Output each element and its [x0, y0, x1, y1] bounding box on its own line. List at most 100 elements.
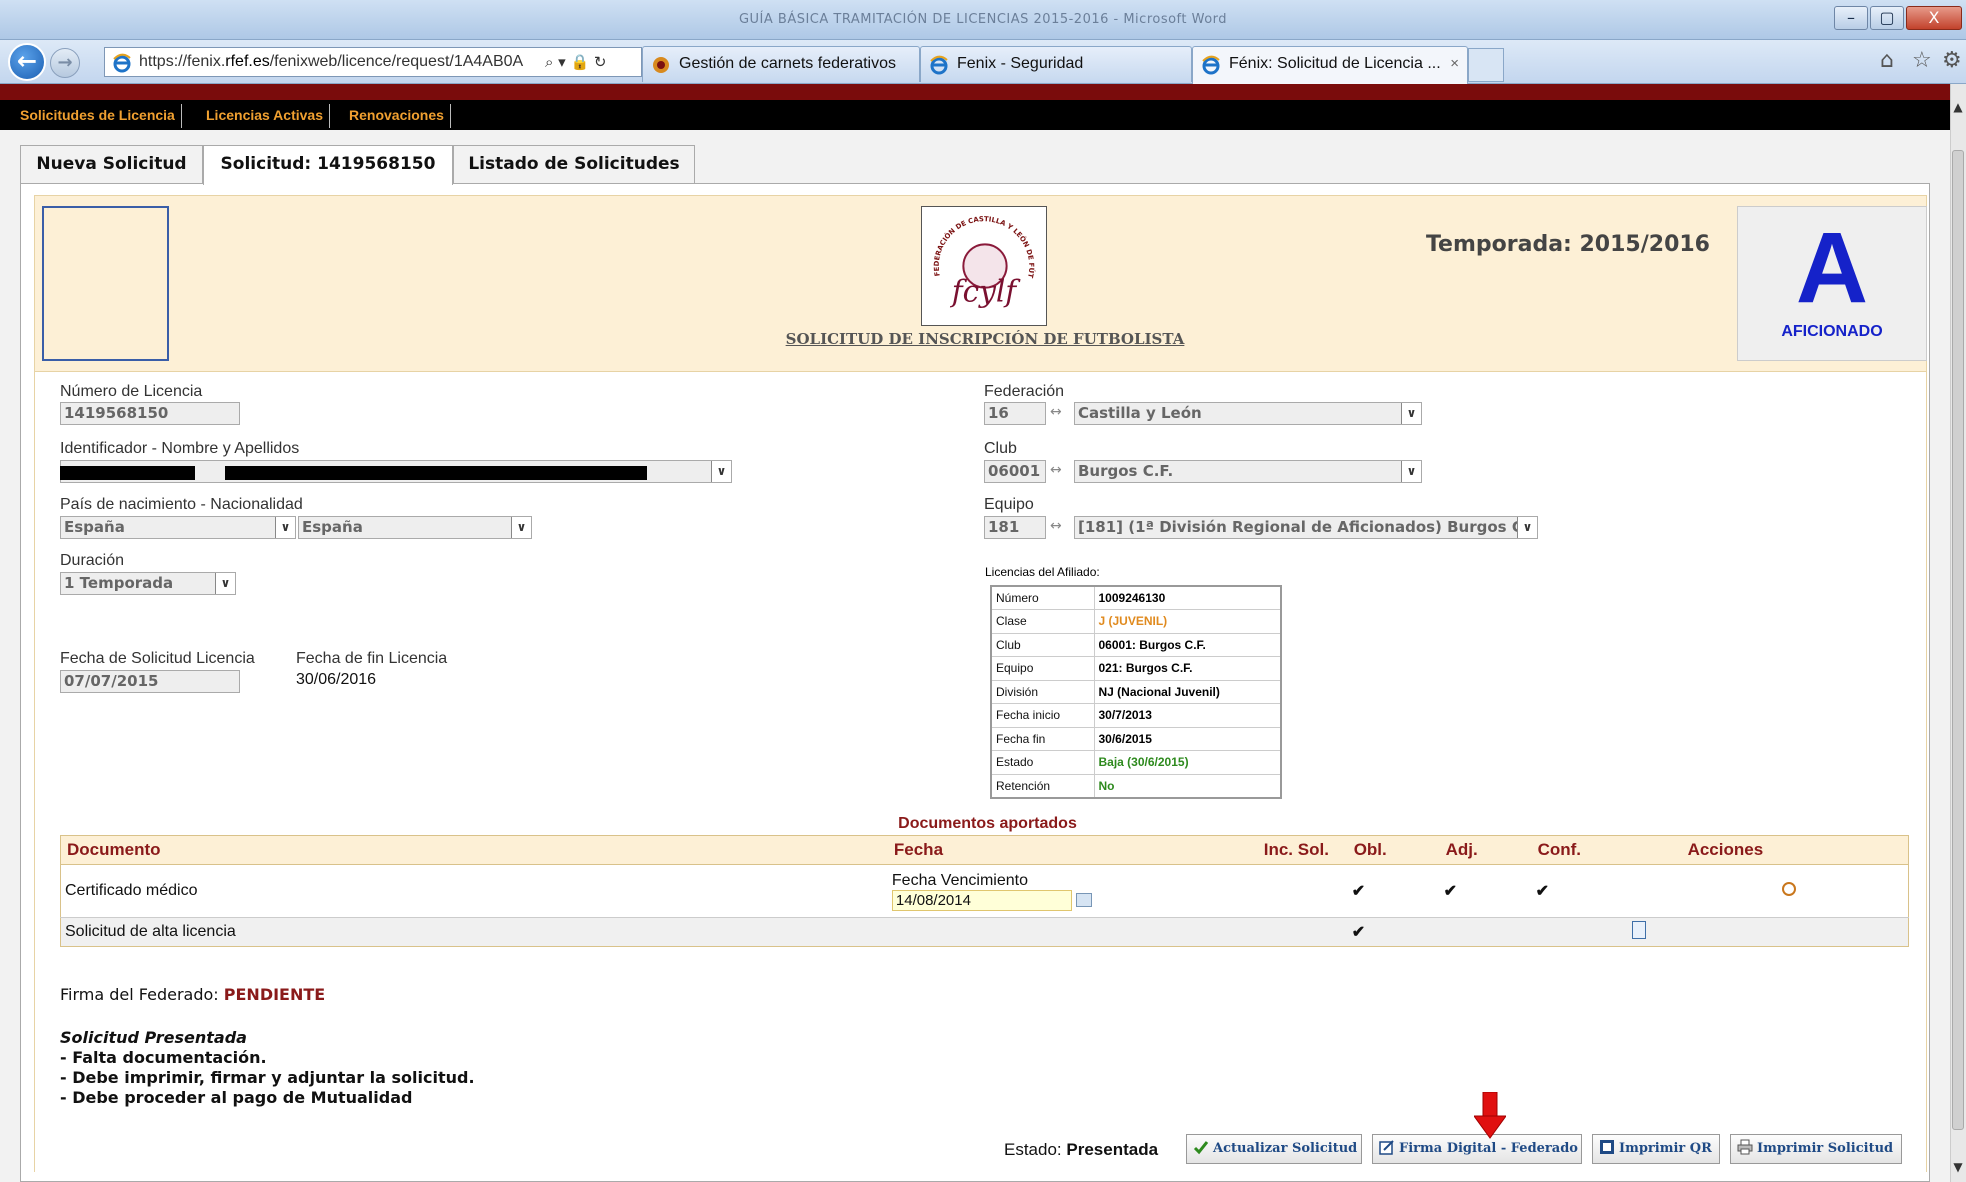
favorites-icon[interactable]: ☆ [1912, 48, 1932, 73]
menu-solicitudes[interactable]: Solicitudes de Licencia [14, 104, 182, 128]
team-code-field[interactable]: 181 [984, 516, 1046, 539]
document-date-cell: Fecha Vencimiento 14/08/2014 [887, 864, 1258, 918]
column-header: Inc. Sol. [1257, 835, 1348, 865]
federation-select[interactable]: Castilla y León ∨ [1074, 402, 1422, 425]
browser-tab-carnets[interactable]: Gestión de carnets federativos [642, 46, 920, 82]
licence-field-value: J (JUVENIL) [1093, 609, 1282, 634]
chevron-down-icon[interactable]: ∨ [215, 573, 235, 594]
chevron-down-icon[interactable]: ∨ [711, 461, 731, 482]
home-icon[interactable]: ⌂ [1880, 48, 1894, 73]
qr-icon [1600, 1140, 1614, 1154]
club-select[interactable]: Burgos C.F. ∨ [1074, 460, 1422, 483]
licence-row: Equipo 021: Burgos C.F. [990, 656, 1282, 681]
print-request-button[interactable]: Imprimir Solicitud [1730, 1134, 1902, 1164]
document-icon[interactable] [1631, 920, 1646, 939]
tab-listado-solicitudes[interactable]: Listado de Solicitudes [453, 145, 695, 183]
address-prefix: https://fenix. [139, 53, 226, 70]
expiry-date-label: Fecha Vencimiento [891, 871, 1028, 889]
licence-field-name: Club [990, 632, 1095, 657]
federation-code-field[interactable]: 16 [984, 402, 1046, 425]
minimize-button[interactable]: – [1834, 6, 1868, 30]
tab-solicitud-actual[interactable]: Solicitud: 1419568150 [203, 145, 453, 185]
site-banner [0, 84, 1950, 100]
status-value: Presentada [1066, 1140, 1159, 1159]
signature-value: PENDIENTE [223, 985, 326, 1004]
photo-placeholder[interactable] [42, 206, 169, 361]
document-date-cell [887, 917, 1258, 947]
column-header: Acciones [1681, 835, 1909, 865]
button-label: Imprimir Solicitud [1757, 1141, 1894, 1156]
scroll-down-icon[interactable]: ▼ [1950, 1160, 1966, 1176]
note-line: - Debe imprimir, firmar y adjuntar la so… [60, 1068, 475, 1087]
nationality-select[interactable]: España ∨ [298, 516, 532, 539]
maximize-button[interactable]: ▢ [1870, 6, 1904, 30]
close-tab-icon[interactable]: × [1450, 47, 1459, 81]
column-header: Documento [60, 835, 888, 865]
note-line: - Debe proceder al pago de Mutualidad [60, 1088, 413, 1107]
browser-tab-solicitud[interactable]: Fénix: Solicitud de Licencia ... × [1192, 46, 1468, 84]
country-label: País de nacimiento - Nacionalidad [60, 496, 303, 513]
season-label: Temporada: 2015/2016 [1425, 232, 1710, 257]
birth-country-value: España [64, 518, 125, 536]
category-letter: A [1795, 212, 1869, 324]
forward-button[interactable]: → [50, 48, 80, 78]
federation-logo: FEDERACIÓN DE CASTILLA Y LEÓN DE FÚTBOL … [919, 201, 1047, 326]
back-button[interactable]: ← [8, 43, 46, 81]
address-domain: rfef.es [225, 53, 270, 70]
chevron-down-icon[interactable]: ∨ [275, 517, 295, 538]
chevron-down-icon[interactable]: ∨ [1401, 403, 1421, 424]
licence-row: Fecha inicio 30/7/2013 [990, 703, 1282, 728]
form-title: SOLICITUD DE INSCRIPCIÓN DE FUTBOLISTA [785, 330, 1185, 348]
status-label: Estado: [1004, 1140, 1067, 1159]
tab-label: Fenix - Seguridad [957, 55, 1084, 72]
scroll-up-icon[interactable]: ▲ [1950, 100, 1966, 116]
calendar-icon[interactable] [1075, 893, 1092, 908]
tab-nueva-solicitud[interactable]: Nueva Solicitud [20, 145, 203, 183]
chevron-down-icon[interactable]: ∨ [1401, 461, 1421, 482]
print-qr-button[interactable]: Imprimir QR [1592, 1134, 1720, 1164]
licence-field-name: Número [990, 585, 1095, 610]
licence-field-value: No [1093, 773, 1282, 798]
button-label: Actualizar Solicitud [1213, 1141, 1358, 1156]
update-request-button[interactable]: Actualizar Solicitud [1186, 1134, 1362, 1164]
ie-icon [113, 53, 131, 73]
licence-field-name: Fecha inicio [990, 703, 1095, 728]
scroll-thumb[interactable] [1952, 150, 1964, 1130]
club-code-field[interactable]: 06001 [984, 460, 1046, 483]
window-title: GUÍA BÁSICA TRAMITACIÓN DE LICENCIAS 201… [738, 12, 1228, 27]
licence-number-field[interactable]: 1419568150 [60, 402, 240, 425]
redacted-identifier [60, 466, 195, 480]
chevron-down-icon[interactable]: ∨ [1517, 517, 1537, 538]
browser-tab-seguridad[interactable]: Fenix - Seguridad [920, 46, 1192, 82]
licence-field-value: Baja (30/6/2015) [1093, 750, 1282, 775]
new-tab-button[interactable] [1468, 48, 1504, 82]
view-icon[interactable] [1781, 881, 1796, 896]
browser-toolbar: ← → https://fenix.rfef.es/fenixweb/licen… [0, 40, 1966, 84]
duration-select[interactable]: 1 Temporada ∨ [60, 572, 236, 595]
tab-label: Fénix: Solicitud de Licencia ... [1229, 55, 1441, 72]
attached-check-icon: ✔ [1439, 864, 1532, 918]
licence-field-name: Equipo [990, 656, 1095, 681]
team-select[interactable]: [181] (1ª División Regional de Aficionad… [1074, 516, 1538, 539]
confirmed-check-icon: ✔ [1531, 864, 1682, 918]
expiry-date-input[interactable]: 14/08/2014 [891, 889, 1072, 911]
close-window-button[interactable]: X [1906, 6, 1962, 30]
request-notes: Solicitud Presentada - Falta documentaci… [60, 1028, 475, 1108]
documents-title: Documentos aportados [898, 815, 1077, 832]
birth-country-select[interactable]: España ∨ [60, 516, 296, 539]
chevron-down-icon[interactable]: ∨ [511, 517, 531, 538]
licence-field-value: 30/7/2013 [1093, 703, 1282, 728]
request-date-field[interactable]: 07/07/2015 [60, 670, 240, 693]
button-label: Firma Digital - Federado [1399, 1141, 1578, 1156]
licence-row: Clase J (JUVENIL) [990, 609, 1282, 634]
address-path: /fenixweb/licence/request/1A4AB0A [269, 53, 524, 70]
signature-label: Firma del Federado: [60, 985, 224, 1004]
club-name: Burgos C.F. [1078, 462, 1174, 480]
gear-icon[interactable]: ⚙ [1942, 48, 1962, 73]
menu-licencias-activas[interactable]: Licencias Activas [200, 104, 330, 128]
menu-renovaciones[interactable]: Renovaciones [343, 104, 451, 128]
licence-row: Club 06001: Burgos C.F. [990, 632, 1282, 657]
federation-name: Castilla y León [1078, 404, 1202, 422]
club-label: Club [984, 440, 1017, 457]
address-controls[interactable]: ⌕ ▾ 🔒 ↻ [545, 53, 606, 71]
